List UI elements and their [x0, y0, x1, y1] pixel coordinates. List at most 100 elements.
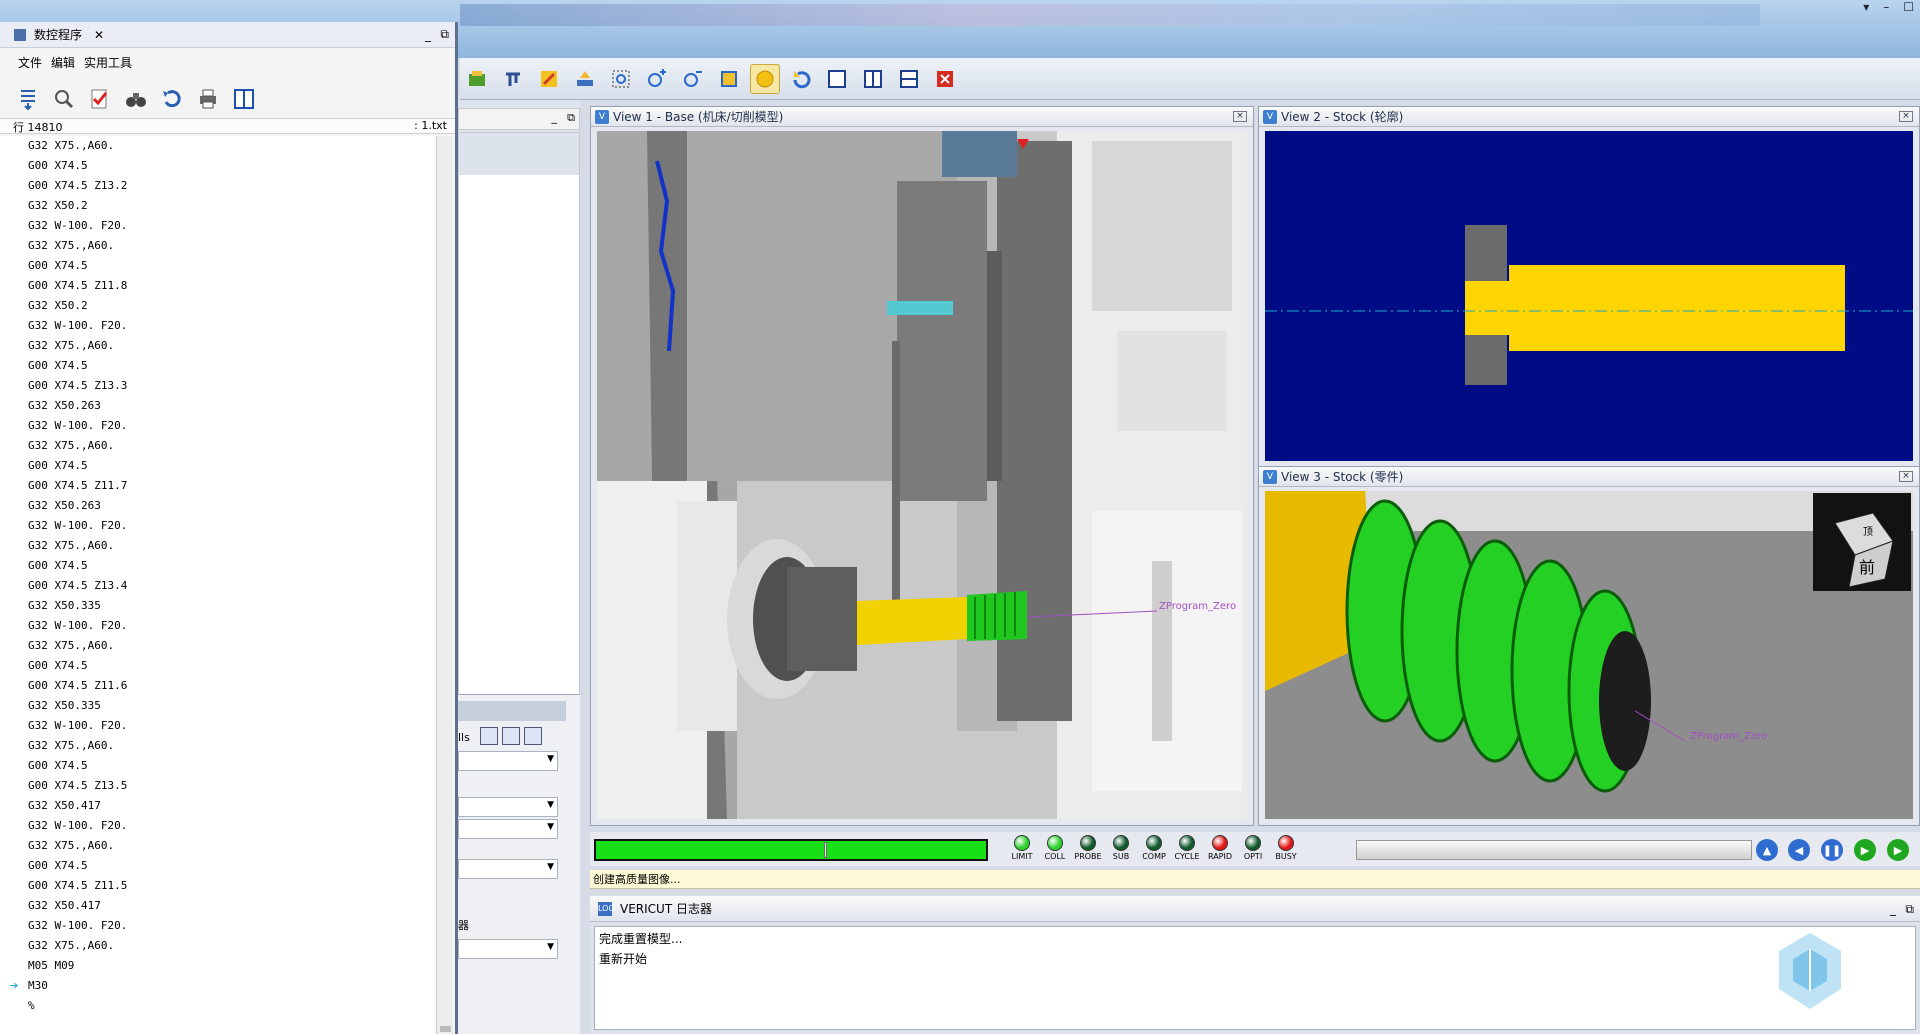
close-view-icon[interactable] — [930, 64, 960, 94]
nc-line[interactable]: G00 X74.5 — [0, 556, 435, 576]
nc-line[interactable]: G00 X74.5 — [0, 356, 435, 376]
print-icon[interactable] — [194, 85, 222, 113]
nc-line[interactable]: G32 W-100. F20. — [0, 516, 435, 536]
view-1-canvas[interactable]: ZProgram_Zero — [597, 131, 1247, 819]
property-combo-3[interactable] — [458, 819, 558, 839]
menu-edit[interactable]: 编辑 — [51, 54, 75, 72]
rotate-icon[interactable] — [786, 64, 816, 94]
nc-line[interactable]: G32 X50.417 — [0, 896, 435, 916]
nc-program-text[interactable]: G32 X75.,A60. G00 X74.5 G00 X74.5 Z13.2 G32… — [0, 136, 435, 1034]
nc-line[interactable]: G32 X50.2 — [0, 196, 435, 216]
nc-line[interactable]: G32 X50.335 — [0, 696, 435, 716]
menu-file[interactable]: 文件 — [18, 54, 42, 72]
nc-line[interactable]: G32 X75.,A60. — [0, 736, 435, 756]
nc-check-icon[interactable] — [86, 85, 114, 113]
property-combo-4[interactable] — [458, 859, 558, 879]
shade-icon[interactable] — [750, 63, 780, 94]
layout-single-icon[interactable] — [822, 64, 852, 94]
tool-cutter-icon[interactable] — [498, 64, 528, 94]
nc-line[interactable]: G32 X75.,A60. — [0, 836, 435, 856]
save-as-icon[interactable] — [502, 727, 520, 745]
nc-line[interactable]: G32 X50.263 — [0, 396, 435, 416]
tools-icon[interactable] — [524, 727, 542, 745]
log-minimize-icon[interactable]: _ — [1890, 896, 1896, 922]
zoom-out-icon[interactable] — [678, 64, 708, 94]
tool-fixture-icon[interactable] — [570, 64, 600, 94]
view-2-canvas[interactable] — [1265, 131, 1913, 461]
speed-slider[interactable] — [1356, 840, 1752, 860]
nc-line[interactable]: G00 X74.5 Z13.5 — [0, 776, 435, 796]
progress-knob[interactable] — [824, 842, 827, 858]
fit-view-icon[interactable] — [714, 64, 744, 94]
binoculars-icon[interactable] — [122, 85, 150, 113]
log-body[interactable]: 完成重置模型... 重新开始 — [594, 926, 1916, 1030]
rewind-icon[interactable]: ◀ — [1788, 839, 1810, 861]
nc-line[interactable]: G00 X74.5 Z11.6 — [0, 676, 435, 696]
nc-line[interactable]: G32 W-100. F20. — [0, 616, 435, 636]
nc-scroll-thumb[interactable] — [440, 1026, 451, 1032]
step-list-icon[interactable] — [14, 85, 42, 113]
nc-line[interactable]: G32 X75.,A60. — [0, 936, 435, 956]
project-tree[interactable] — [458, 132, 580, 792]
nc-line[interactable]: G32 W-100. F20. — [0, 216, 435, 236]
nc-line[interactable]: G00 X74.5 — [0, 656, 435, 676]
project-float-icon[interactable]: ⧉ — [567, 111, 575, 125]
maximize-button[interactable]: ☐ — [1903, 0, 1914, 14]
view-2-close-icon[interactable]: × — [1899, 111, 1913, 122]
zoom-window-icon[interactable] — [606, 64, 636, 94]
property-combo-2[interactable] — [458, 797, 558, 817]
progress-bar[interactable] — [594, 839, 988, 861]
nc-line[interactable]: G32 X75.,A60. — [0, 136, 435, 156]
log-float-icon[interactable]: ⧉ — [1905, 896, 1914, 922]
nc-line[interactable]: G00 X74.5 — [0, 156, 435, 176]
nc-line[interactable]: % — [0, 996, 435, 1016]
tool-edit-icon[interactable] — [534, 64, 564, 94]
nc-line[interactable]: G00 X74.5 Z11.7 — [0, 476, 435, 496]
step-forward-icon[interactable]: ▶ — [1854, 839, 1876, 861]
tool-part-icon[interactable] — [462, 64, 492, 94]
nc-line[interactable]: G00 X74.5 — [0, 756, 435, 776]
nc-line[interactable]: G00 X74.5 — [0, 456, 435, 476]
play-icon[interactable]: ▶ — [1887, 839, 1909, 861]
nc-line[interactable]: G32 W-100. F20. — [0, 316, 435, 336]
undo-icon[interactable] — [158, 85, 186, 113]
nc-line[interactable]: G32 X50.2 — [0, 296, 435, 316]
step-up-icon[interactable]: ▲ — [1756, 839, 1778, 861]
nc-line[interactable]: G32 W-100. F20. — [0, 716, 435, 736]
split-view-icon[interactable] — [230, 85, 258, 113]
layout-horizontal-icon[interactable] — [894, 64, 924, 94]
view-3-canvas[interactable]: ZProgram_Zero 顶 前 — [1265, 491, 1913, 819]
nc-line[interactable]: G32 X75.,A60. — [0, 636, 435, 656]
float-panel-icon[interactable]: ⧉ — [440, 27, 449, 42]
nc-line[interactable]: G00 X74.5 Z11.8 — [0, 276, 435, 296]
nc-search-icon[interactable] — [50, 85, 78, 113]
nc-current-line[interactable]: M30 — [0, 976, 435, 996]
nc-line[interactable]: G00 X74.5 — [0, 856, 435, 876]
zoom-in-icon[interactable] — [642, 64, 672, 94]
nc-line[interactable]: G32 X50.263 — [0, 496, 435, 516]
nc-line[interactable]: G32 X75.,A60. — [0, 536, 435, 556]
nc-line[interactable]: G00 X74.5 Z13.3 — [0, 376, 435, 396]
property-combo-1[interactable] — [458, 751, 558, 771]
nc-line[interactable]: G32 W-100. F20. — [0, 416, 435, 436]
nc-scrollbar[interactable] — [436, 136, 453, 1034]
window-menu-icon[interactable]: ▾ — [1863, 0, 1869, 14]
save-icon[interactable] — [480, 727, 498, 745]
nc-line[interactable]: G00 X74.5 Z11.5 — [0, 876, 435, 896]
nc-line[interactable]: G32 X75.,A60. — [0, 336, 435, 356]
nc-line[interactable]: G00 X74.5 Z13.2 — [0, 176, 435, 196]
nc-line[interactable]: G32 W-100. F20. — [0, 816, 435, 836]
menu-utilities[interactable]: 实用工具 — [84, 54, 132, 72]
nc-line[interactable]: M05 M09 — [0, 956, 435, 976]
close-icon[interactable]: ✕ — [94, 28, 104, 42]
nc-line[interactable]: G32 X75.,A60. — [0, 436, 435, 456]
minimize-panel-icon[interactable]: _ — [425, 28, 431, 42]
pause-icon[interactable]: ❚❚ — [1821, 839, 1843, 861]
nc-line[interactable]: G32 X50.417 — [0, 796, 435, 816]
nc-line[interactable]: G32 X75.,A60. — [0, 236, 435, 256]
tab-fragment[interactable]: lls — [458, 731, 470, 744]
minimize-button[interactable]: – — [1883, 0, 1889, 14]
nc-line[interactable]: G00 X74.5 — [0, 256, 435, 276]
layout-vertical-icon[interactable] — [858, 64, 888, 94]
view-3-close-icon[interactable]: × — [1899, 471, 1913, 482]
